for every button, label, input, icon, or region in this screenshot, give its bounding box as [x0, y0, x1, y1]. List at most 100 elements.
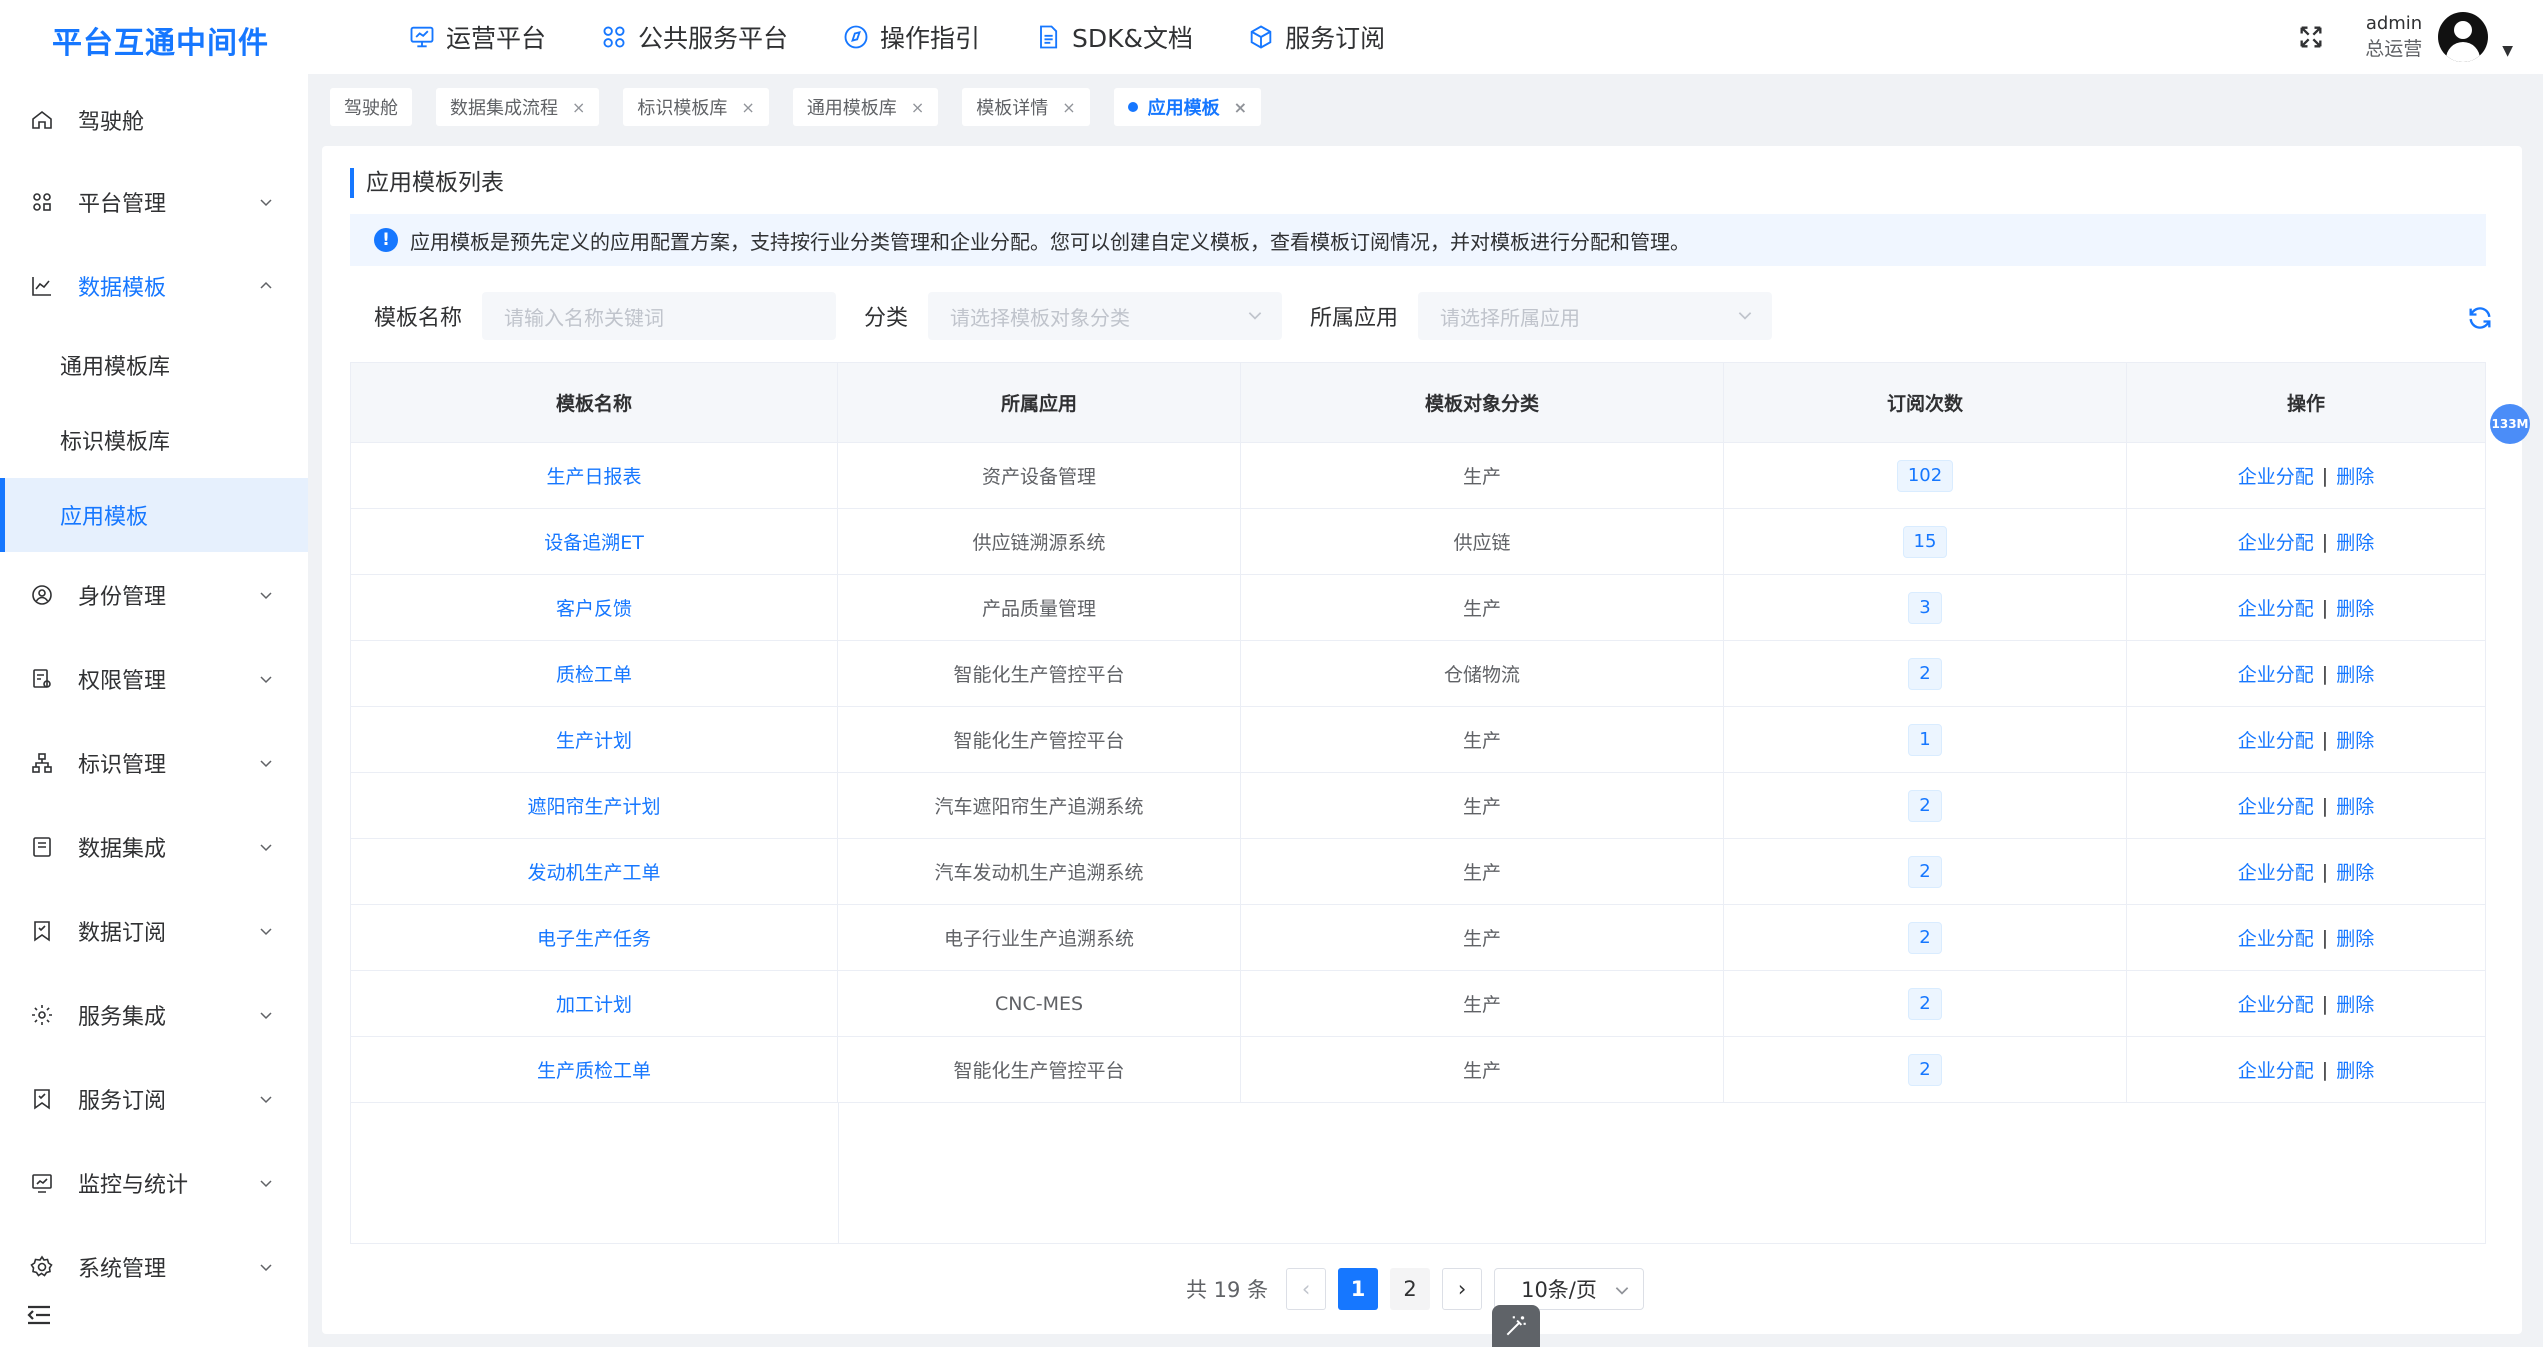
ops-cell: 企业分配 | 删除 — [2127, 509, 2485, 574]
table-row: 生产计划 智能化生产管控平台 生产 1 企业分配 | 删除 — [351, 707, 2485, 773]
topnav-operation-platform[interactable]: 运营平台 — [408, 19, 546, 55]
close-icon[interactable]: × — [1062, 98, 1075, 117]
page-button-1[interactable]: 1 — [1338, 1268, 1379, 1310]
topnav-guide[interactable]: 操作指引 — [842, 19, 980, 55]
sidebar-subitem-app-template[interactable]: 应用模板 — [0, 478, 308, 552]
count-cell: 2 — [1724, 905, 2127, 970]
template-name-link[interactable]: 生产日报表 — [546, 462, 641, 489]
page-button-2[interactable]: 2 — [1390, 1268, 1431, 1310]
tab-cockpit[interactable]: 驾驶舱 — [330, 88, 412, 126]
delete-link[interactable]: 删除 — [2336, 990, 2374, 1017]
magic-wand-button[interactable] — [1492, 1305, 1540, 1347]
app-cell: 汽车遮阳帘生产追溯系统 — [838, 773, 1241, 838]
chevron-down-icon — [260, 928, 272, 936]
tab-template-detail[interactable]: 模板详情 × — [962, 88, 1090, 126]
tab-data-integration-flow[interactable]: 数据集成流程 × — [436, 88, 600, 126]
sidebar-item-data-template[interactable]: 数据模板 — [0, 246, 308, 326]
topnav-sdk-docs[interactable]: SDK&文档 — [1034, 19, 1193, 55]
template-name-link[interactable]: 质检工单 — [556, 660, 632, 687]
sidebar-item-identity[interactable]: 身份管理 — [0, 555, 308, 635]
subscription-count-badge: 2 — [1908, 921, 1942, 954]
sidebar-item-system[interactable]: 系统管理 — [0, 1227, 308, 1307]
sidebar-item-data-subscribe[interactable]: 数据订阅 — [0, 891, 308, 971]
app-logo[interactable]: 平台互通中间件 — [52, 18, 269, 62]
user-info[interactable]: admin 总运营 — [2365, 12, 2422, 62]
close-icon[interactable]: × — [1234, 98, 1247, 117]
close-icon[interactable]: × — [911, 98, 924, 117]
table-row: 生产日报表 资产设备管理 生产 102 企业分配 | 删除 — [351, 443, 2485, 509]
app-select[interactable]: 请选择所属应用 — [1418, 292, 1773, 340]
category-select[interactable]: 请选择模板对象分类 — [928, 292, 1283, 340]
template-name-link[interactable]: 发动机生产工单 — [527, 858, 660, 885]
topnav-public-service[interactable]: 公共服务平台 — [600, 19, 788, 55]
sidebar-item-cockpit[interactable]: 驾驶舱 — [0, 80, 308, 160]
delete-link[interactable]: 删除 — [2336, 660, 2374, 687]
delete-link[interactable]: 删除 — [2336, 594, 2374, 621]
menu-collapse-icon[interactable] — [26, 1303, 52, 1327]
assign-enterprise-link[interactable]: 企业分配 — [2238, 792, 2314, 819]
template-name-input[interactable]: 请输入名称关键词 — [482, 292, 837, 340]
sidebar-item-label: 系统管理 — [78, 1257, 167, 1282]
sidebar-item-platform[interactable]: 平台管理 — [0, 162, 308, 242]
tab-label: 标识模板库 — [637, 98, 728, 119]
template-name-link[interactable]: 加工计划 — [556, 990, 632, 1017]
table-row: 发动机生产工单 汽车发动机生产追溯系统 生产 2 企业分配 | 删除 — [351, 839, 2485, 905]
delete-link[interactable]: 删除 — [2336, 462, 2374, 489]
count-cell: 2 — [1724, 641, 2127, 706]
assign-enterprise-link[interactable]: 企业分配 — [2238, 858, 2314, 885]
chevron-down-icon — [260, 676, 272, 684]
top-header: 平台互通中间件 运营平台 公共服务平台 操作指引 SDK&文档 服务订阅 adm… — [0, 0, 2543, 74]
delete-link[interactable]: 删除 — [2336, 1056, 2374, 1083]
delete-link[interactable]: 删除 — [2336, 528, 2374, 555]
tab-identity-template[interactable]: 标识模板库 × — [623, 88, 769, 126]
tab-general-template[interactable]: 通用模板库 × — [792, 88, 939, 126]
delete-link[interactable]: 删除 — [2336, 792, 2374, 819]
subscription-count-badge: 102 — [1896, 459, 1954, 492]
assign-enterprise-link[interactable]: 企业分配 — [2238, 1056, 2314, 1083]
assign-enterprise-link[interactable]: 企业分配 — [2238, 990, 2314, 1017]
delete-link[interactable]: 删除 — [2336, 858, 2374, 885]
sidebar-item-label: 驾驶舱 — [78, 110, 145, 135]
tab-app-template[interactable]: 应用模板 × — [1113, 88, 1262, 126]
sidebar-subitem-identity-template[interactable]: 标识模板库 — [0, 403, 308, 477]
close-icon[interactable]: × — [741, 98, 754, 117]
refresh-icon[interactable] — [2466, 304, 2494, 332]
sidebar-item-data-integration[interactable]: 数据集成 — [0, 807, 308, 887]
template-name-link[interactable]: 客户反馈 — [556, 594, 632, 621]
monitor-stats-icon — [32, 1174, 52, 1193]
prev-page-button[interactable]: ‹ — [1286, 1268, 1327, 1310]
sidebar-item-identifier[interactable]: 标识管理 — [0, 723, 308, 803]
assign-enterprise-link[interactable]: 企业分配 — [2238, 924, 2314, 951]
fullscreen-icon[interactable] — [2297, 23, 2325, 51]
assign-enterprise-link[interactable]: 企业分配 — [2238, 594, 2314, 621]
ops-cell: 企业分配 | 删除 — [2127, 839, 2485, 904]
assign-enterprise-link[interactable]: 企业分配 — [2238, 726, 2314, 753]
op-separator: | — [2321, 530, 2329, 553]
op-separator: | — [2321, 464, 2329, 487]
assign-enterprise-link[interactable]: 企业分配 — [2238, 528, 2314, 555]
delete-link[interactable]: 删除 — [2336, 726, 2374, 753]
template-name-link[interactable]: 遮阳帘生产计划 — [527, 792, 660, 819]
sidebar-item-service-integration[interactable]: 服务集成 — [0, 975, 308, 1055]
memory-badge[interactable]: 133M — [2490, 404, 2530, 444]
next-page-button[interactable]: › — [1442, 1268, 1483, 1310]
sidebar-subitem-general-template[interactable]: 通用模板库 — [0, 328, 308, 402]
subscription-count-badge: 2 — [1908, 987, 1942, 1020]
avatar[interactable] — [2438, 12, 2489, 62]
table-row: 客户反馈 产品质量管理 生产 3 企业分配 | 删除 — [351, 575, 2485, 641]
template-name-link[interactable]: 生产计划 — [556, 726, 632, 753]
template-name-link[interactable]: 生产质检工单 — [537, 1056, 651, 1083]
close-icon[interactable]: × — [572, 98, 585, 117]
template-name-link[interactable]: 设备追溯ET — [544, 528, 644, 555]
delete-link[interactable]: 删除 — [2336, 924, 2374, 951]
template-name-link[interactable]: 电子生产任务 — [537, 924, 651, 951]
assign-enterprise-link[interactable]: 企业分配 — [2238, 462, 2314, 489]
assign-enterprise-link[interactable]: 企业分配 — [2238, 660, 2314, 687]
page-size-select[interactable]: 10条/页 — [1494, 1268, 1645, 1310]
caret-down-icon[interactable]: ▼ — [2502, 43, 2513, 59]
bookmark-icon — [34, 1089, 50, 1110]
sidebar-item-service-subscribe[interactable]: 服务订阅 — [0, 1059, 308, 1139]
sidebar-item-monitor[interactable]: 监控与统计 — [0, 1143, 308, 1223]
topnav-service-subscribe[interactable]: 服务订阅 — [1247, 19, 1385, 55]
sidebar-item-permission[interactable]: 权限管理 — [0, 639, 308, 719]
